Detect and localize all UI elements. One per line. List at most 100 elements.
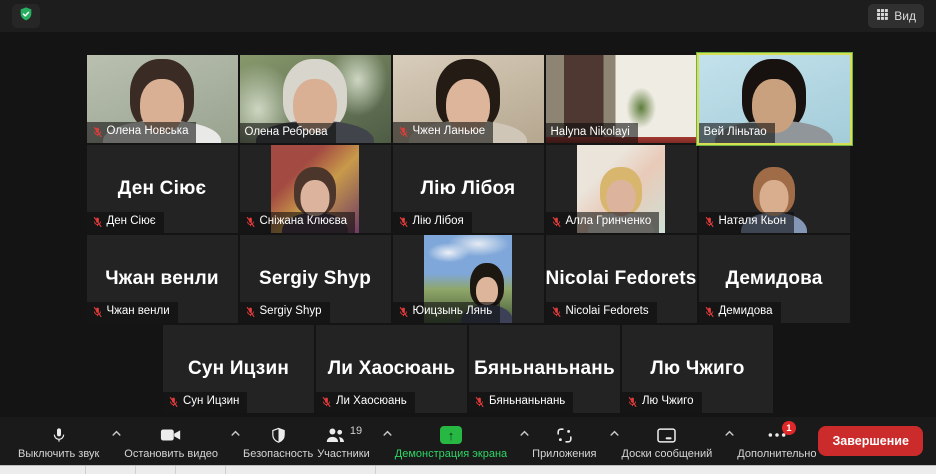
share-screen-icon: ↑ [439, 425, 462, 445]
participant-tile[interactable]: Nicolai Fedorets Nicolai Fedorets [545, 235, 697, 323]
chevron-up-icon[interactable] [382, 429, 393, 437]
chevron-up-icon[interactable] [724, 429, 735, 437]
share-screen-button[interactable]: ↑ Демонстрация экрана [393, 422, 509, 460]
participants-icon: 19 [325, 425, 362, 445]
participants-button[interactable]: 19 Участники [315, 422, 372, 460]
stop-video-label: Остановить видео [124, 448, 219, 460]
participant-tile[interactable]: Демидова Демидова [698, 235, 850, 323]
participant-name-text: Чжан венли [106, 305, 170, 318]
participant-name-label: Лю Чжиго [622, 392, 702, 413]
participant-tile[interactable]: Алла Гринченко [545, 145, 697, 233]
participant-name-text: Бяньнаньнань [489, 395, 566, 408]
participant-name-text: Алла Гринченко [565, 215, 652, 228]
participant-name-label: Юицзынь Лянь [392, 302, 501, 323]
participant-name-text: Демидова [718, 305, 773, 318]
participant-name-text: Сун Ицзин [183, 395, 240, 408]
participant-name-text: Nicolai Fedorets [565, 305, 649, 318]
muted-mic-icon [704, 306, 715, 318]
mute-button[interactable]: Выключить звук [16, 422, 101, 460]
muted-mic-icon [168, 396, 179, 408]
participant-tile[interactable]: Олена Реброва [239, 55, 391, 143]
participant-name-label: Олена Реброва [239, 122, 336, 143]
participant-name-text: Лію Лібоя [412, 215, 464, 228]
participant-name-label: Вей Ліньтао [698, 122, 775, 143]
participant-tile[interactable]: Сніжана Клюєва [239, 145, 391, 233]
mute-label: Выключить звук [18, 448, 100, 460]
video-camera-icon [160, 425, 182, 445]
participant-tile[interactable]: Лію Лібоя Лію Лібоя [392, 145, 544, 233]
participant-tile[interactable]: Ден Сіює Ден Сіює [86, 145, 238, 233]
participant-tile[interactable]: Вей Ліньтао [698, 55, 850, 143]
participant-name-label: Лію Лібоя [392, 212, 472, 233]
participant-name-label: Sergiy Shyp [239, 302, 330, 323]
participant-name-text: Наталя Кьон [718, 215, 787, 228]
security-button[interactable]: Безопасность [241, 422, 315, 460]
muted-mic-icon [398, 216, 409, 228]
muted-mic-icon [704, 216, 715, 228]
microphone-icon [51, 425, 67, 445]
end-meeting-button[interactable]: Завершение [818, 426, 923, 456]
participant-name-label: Nicolai Fedorets [545, 302, 657, 323]
toolbar-group-more: 1 Дополнительно [735, 421, 818, 460]
meeting-toolbar: Выключить звук Остановить видео Безопаснос… [0, 417, 936, 465]
participant-tile[interactable]: Sergiy Shyp Sergiy Shyp [239, 235, 391, 323]
whiteboards-label: Доски сообщений [621, 448, 713, 460]
participant-name-label: Алла Гринченко [545, 212, 660, 233]
participant-tile[interactable]: Ли Хаосюань Ли Хаосюань [316, 325, 467, 413]
taskbar-edge-strip [0, 465, 936, 474]
video-grid-row: Сун Ицзин Сун Ицзин Ли Хаосюань Ли Хаосюань… [0, 325, 936, 413]
video-grid-row: Чжан венли Чжан венли Sergiy Shyp Sergiy Sh… [0, 235, 936, 323]
participant-tile[interactable]: Сун Ицзин Сун Ицзин [163, 325, 314, 413]
participant-name-text: Олена Реброва [244, 125, 328, 138]
security-status-button[interactable] [12, 4, 40, 28]
participant-tile[interactable]: Олена Новська [86, 55, 238, 143]
chevron-up-icon[interactable] [609, 429, 620, 437]
muted-mic-icon [321, 396, 332, 408]
video-grid-row: Олена Новська Олена Реброва Чжен Ланьюе Hal… [0, 55, 936, 143]
participant-name-label: Сун Ицзин [163, 392, 248, 413]
participant-name-text: Чжен Ланьюе [412, 125, 486, 138]
stop-video-button[interactable]: Остановить видео [122, 422, 220, 460]
chevron-up-icon[interactable] [111, 429, 122, 437]
muted-mic-icon [92, 126, 103, 138]
notification-badge: 1 [781, 421, 796, 435]
view-button[interactable]: Вид [868, 4, 924, 28]
participant-name-text: Олена Новська [106, 125, 189, 138]
muted-mic-icon [92, 306, 103, 318]
muted-mic-icon [92, 216, 103, 228]
chevron-up-icon[interactable] [230, 429, 241, 437]
toolbar-group-participants: 19 Участники [315, 422, 393, 460]
muted-mic-icon [627, 396, 638, 408]
participant-name-label: Сніжана Клюєва [239, 212, 356, 233]
more-button[interactable]: 1 Дополнительно [735, 421, 818, 460]
muted-mic-icon [474, 396, 485, 408]
toolbar-group-mute: Выключить звук [16, 422, 122, 460]
participant-tile[interactable]: Лю Чжиго Лю Чжиго [622, 325, 773, 413]
participant-tile[interactable]: Halyna Nikolayi [545, 55, 697, 143]
muted-mic-icon [245, 216, 256, 228]
grid-view-icon [876, 8, 889, 24]
toolbar-group-share-screen: ↑ Демонстрация экрана [393, 422, 530, 460]
participants-count-badge: 19 [349, 425, 363, 437]
participant-name-label: Ли Хаосюань [316, 392, 415, 413]
more-label: Дополнительно [737, 448, 817, 460]
apps-icon [555, 425, 574, 445]
muted-mic-icon [551, 216, 562, 228]
participant-tile[interactable]: Чжен Ланьюе [392, 55, 544, 143]
participant-name-label: Бяньнаньнань [469, 392, 574, 413]
toolbar-group-whiteboards: Доски сообщений [620, 422, 736, 460]
security-label: Безопасность [243, 448, 314, 460]
whiteboards-button[interactable]: Доски сообщений [620, 422, 715, 460]
participant-tile[interactable]: Бяньнаньнань Бяньнаньнань [469, 325, 620, 413]
toolbar-group-apps: Приложения [530, 422, 619, 460]
chevron-up-icon[interactable] [519, 429, 530, 437]
muted-mic-icon [245, 306, 256, 318]
participant-name-label: Наталя Кьон [698, 212, 795, 233]
muted-mic-icon [398, 306, 409, 318]
apps-button[interactable]: Приложения [530, 422, 598, 460]
shield-check-icon [18, 6, 34, 27]
participant-name-text: Halyna Nikolayi [550, 125, 630, 138]
participant-tile[interactable]: Чжан венли Чжан венли [86, 235, 238, 323]
participant-tile[interactable]: Наталя Кьон [698, 145, 850, 233]
participant-tile[interactable]: Юицзынь Лянь [392, 235, 544, 323]
